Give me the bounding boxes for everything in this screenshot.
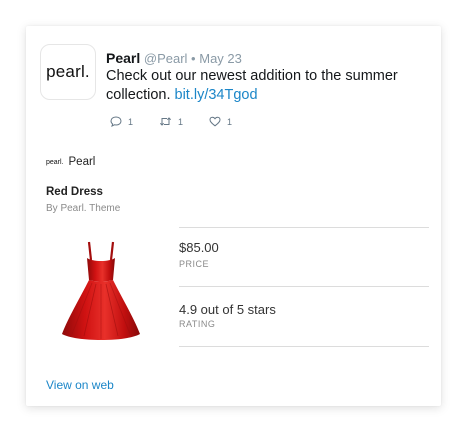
product-subtitle: By Pearl. Theme [46,203,121,214]
divider-bottom [179,346,429,347]
divider-middle [179,286,429,287]
like-count: 1 [227,116,233,127]
like-button[interactable]: 1 [209,116,232,127]
tweet-link[interactable]: bit.ly/34Tgod [175,87,258,103]
tweet-actions: 1 1 1 [110,116,232,127]
retweet-count: 1 [178,116,184,127]
rating-value: 4.9 out of 5 stars [179,302,276,317]
tweet-card: pearl. Pearl @Pearl • May 23 Check out o… [26,26,441,406]
heart-icon [209,116,221,127]
author-name[interactable]: Pearl [106,50,140,66]
red-dress-icon [62,241,140,340]
product-brand-row: pearl. Pearl [46,156,95,168]
retweet-icon [159,117,172,126]
reply-icon [110,116,122,127]
avatar-logo-text: pearl. [46,62,90,81]
price-value: $85.00 [179,240,219,255]
price-label: PRICE [179,259,210,269]
reply-button[interactable]: 1 [110,116,133,127]
header-separator: • [191,51,196,66]
tweet-date[interactable]: May 23 [199,51,242,66]
divider-top [179,227,429,228]
tweet-text: Check out our newest addition to the sum… [106,67,426,105]
product-title: Red Dress [46,186,103,198]
view-on-web-link[interactable]: View on web [46,378,114,392]
page: pearl. Pearl @Pearl • May 23 Check out o… [0,0,467,434]
avatar[interactable]: pearl. [40,44,96,100]
retweet-button[interactable]: 1 [159,116,183,127]
product-image[interactable] [56,236,146,346]
author-handle[interactable]: @Pearl [144,51,188,66]
brand-logo: pearl. [46,158,64,166]
brand-name: Pearl [68,156,96,168]
tweet-header: Pearl @Pearl • May 23 [106,50,242,66]
rating-label: RATING [179,319,216,329]
reply-count: 1 [128,116,134,127]
